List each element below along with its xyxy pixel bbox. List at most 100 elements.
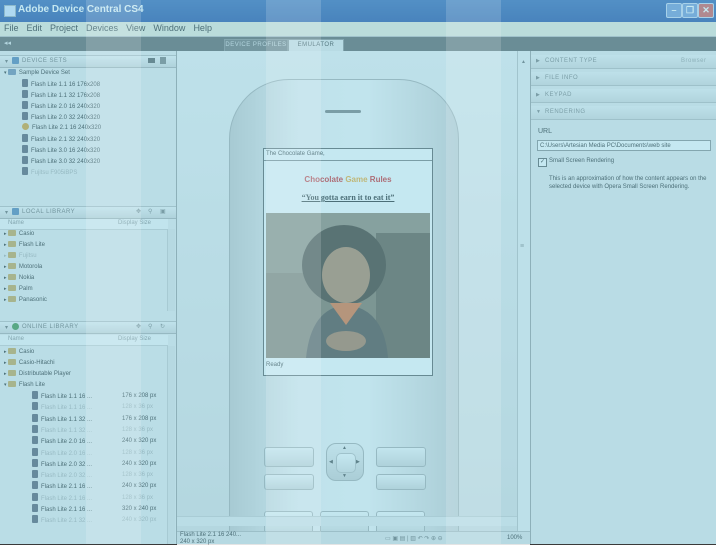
search-icon[interactable]: ⚲ xyxy=(148,323,153,330)
splitter-grip-icon[interactable]: ≡ xyxy=(520,243,524,250)
url-field[interactable]: C:\Users\Artesian Media PC\Documents\web… xyxy=(537,140,711,151)
device-set-item[interactable]: Flash Lite 3.0 32 240x320 xyxy=(22,156,100,167)
collapse-icon[interactable]: ◂◂ xyxy=(4,39,11,47)
trash-icon[interactable] xyxy=(160,57,166,64)
refresh-icon[interactable]: ↻ xyxy=(160,323,166,330)
local-library-item[interactable]: ▸ Panasonic xyxy=(4,295,47,306)
close-button[interactable]: ✕ xyxy=(698,3,714,18)
online-library-group[interactable]: ▸ Casio-Hitachi xyxy=(4,358,55,369)
local-library-item[interactable]: ▸ Palm xyxy=(4,284,33,295)
folder-icon xyxy=(7,241,16,247)
local-library-item[interactable]: ▸ Nokia xyxy=(4,273,34,284)
device-set-item[interactable]: Fujitsu F905iBPS xyxy=(22,167,77,178)
online-device-row[interactable]: Flash Lite 2.0 32 ... 128 x 36 px xyxy=(32,470,153,481)
device-sets-header[interactable]: ▾ DEVICE SETS xyxy=(0,55,176,68)
online-device-row[interactable]: Flash Lite 2.0 32 ... 240 x 320 px xyxy=(32,458,156,470)
call-key[interactable] xyxy=(264,474,314,490)
device-set-root[interactable]: ▾ Sample Device Set xyxy=(4,68,70,79)
emulator-vertical-scrollbar[interactable]: ▲ ≡ xyxy=(517,51,531,531)
collapse-arrow-icon: ▾ xyxy=(5,59,9,65)
online-device-row[interactable]: Flash Lite 2.0 16 ... 240 x 320 px xyxy=(32,436,156,447)
content-type-header[interactable]: ▶ CONTENT TYPE Browser xyxy=(531,55,716,69)
online-device-row[interactable]: Flash Lite 1.1 16 ... 176 x 208 px xyxy=(32,391,156,402)
phone-skin: The Chocolate Game, Chocolate Game Rules… xyxy=(229,79,459,531)
menu-view[interactable]: View xyxy=(122,22,149,33)
toolbar-icons[interactable]: ▭ ▣ ▤ | ▥ ↶ ↷ ⊕ ⊖ xyxy=(385,535,443,542)
online-device-row[interactable]: Flash Lite 2.1 16 ... 320 x 240 px xyxy=(32,504,156,515)
device-set-item[interactable]: Flash Lite 1.1 16 176x208 xyxy=(22,79,100,90)
trash-icon[interactable]: ▣ xyxy=(160,208,166,215)
online-group-label: Flash Lite xyxy=(18,382,45,388)
phone-screen[interactable]: The Chocolate Game, Chocolate Game Rules… xyxy=(263,148,433,376)
local-library-header[interactable]: ▾ LOCAL LIBRARY ✥ ⚲ ▣ xyxy=(0,206,176,219)
column-display-size[interactable]: Display Size xyxy=(118,220,151,226)
device-set-item[interactable]: Flash Lite 3.0 16 240x320 xyxy=(22,145,100,156)
local-library-item[interactable]: ▸ Fujitsu xyxy=(4,251,37,262)
nav-select-button[interactable] xyxy=(336,453,356,473)
collapse-arrow-icon: ▾ xyxy=(5,325,9,331)
left-soft-key[interactable] xyxy=(264,447,314,467)
online-library-group[interactable]: ▸ Distributable Player xyxy=(4,369,71,380)
menu-window[interactable]: Window xyxy=(149,22,189,33)
device-set-item-label: Fujitsu F905iBPS xyxy=(31,170,78,176)
device-set-item[interactable]: Flash Lite 2.0 32 240x320 xyxy=(22,112,100,123)
fit-icon[interactable]: ✥ xyxy=(136,323,142,330)
local-library-item[interactable]: ▸ Flash Lite xyxy=(4,240,45,251)
device-icon xyxy=(22,101,28,109)
library-item-label: Motorola xyxy=(18,264,43,270)
emulator-horizontal-scrollbar[interactable] xyxy=(177,516,517,526)
nav-up-icon[interactable]: ▲ xyxy=(342,445,347,451)
scroll-up-icon[interactable]: ▲ xyxy=(521,59,526,65)
online-device-row[interactable]: Flash Lite 2.1 16 ... 240 x 320 px xyxy=(32,481,156,492)
menu-devices[interactable]: Devices xyxy=(82,22,122,33)
menu-project[interactable]: Project xyxy=(46,22,82,33)
column-display-size[interactable]: Display Size xyxy=(118,336,151,342)
online-library-header[interactable]: ▾ ONLINE LIBRARY ✥ ⚲ ↻ xyxy=(0,321,176,334)
menu-file[interactable]: File xyxy=(0,22,23,33)
navigation-pad[interactable]: ▲ ▼ ◀ ▶ xyxy=(326,443,364,481)
nav-down-icon[interactable]: ▼ xyxy=(342,473,347,479)
fit-icon[interactable]: ✥ xyxy=(136,208,142,215)
device-name: Flash Lite 1.1 32 ... xyxy=(41,427,93,434)
small-screen-checkbox[interactable]: ✓ xyxy=(538,158,547,167)
end-key[interactable] xyxy=(376,474,426,490)
device-icon xyxy=(32,413,38,422)
local-library-scrollbar[interactable] xyxy=(167,229,175,311)
online-library-scrollbar[interactable] xyxy=(167,346,175,544)
keypad-header[interactable]: ▶ KEYPAD xyxy=(531,89,716,103)
device-set-item[interactable]: Flash Lite 2.1 16 240x320 xyxy=(22,123,101,134)
file-info-header[interactable]: ▶ FILE INFO xyxy=(531,72,716,86)
local-library-item[interactable]: ▸ Motorola xyxy=(4,262,42,273)
device-set-item[interactable]: Flash Lite 1.1 32 176x208 xyxy=(22,90,100,101)
folder-icon[interactable] xyxy=(148,58,155,63)
folder-icon xyxy=(7,348,16,354)
rendering-header[interactable]: ▼ RENDERING xyxy=(531,106,716,120)
online-library-group[interactable]: ▸ Casio xyxy=(4,347,34,358)
search-icon[interactable]: ⚲ xyxy=(148,208,153,215)
minimize-button[interactable]: – xyxy=(666,3,682,18)
online-library-columns: Name Display Size xyxy=(0,335,168,346)
online-device-row[interactable]: Flash Lite 1.1 32 ... 128 x 36 px xyxy=(32,424,153,436)
online-library-group[interactable]: ▾ Flash Lite xyxy=(4,380,45,391)
device-name: Flash Lite 2.0 32 ... xyxy=(41,473,93,480)
column-name[interactable]: Name xyxy=(8,336,24,342)
device-icon xyxy=(32,504,38,512)
column-name[interactable]: Name xyxy=(8,220,24,226)
online-device-row[interactable]: Flash Lite 2.1 32 ... 240 x 320 px xyxy=(32,515,156,526)
online-device-row[interactable]: Flash Lite 1.1 16 ... 128 x 36 px xyxy=(32,402,153,413)
menu-help[interactable]: Help xyxy=(189,22,216,33)
local-library-item[interactable]: ▸ Casio xyxy=(4,229,34,240)
device-set-item[interactable]: Flash Lite 2.0 16 240x320 xyxy=(22,101,100,112)
menu-edit[interactable]: Edit xyxy=(23,22,47,33)
online-device-row[interactable]: Flash Lite 1.1 32 ... 176 x 208 px xyxy=(32,413,156,425)
nav-left-icon[interactable]: ◀ xyxy=(329,459,333,465)
nav-right-icon[interactable]: ▶ xyxy=(356,459,360,465)
checkbox-label: Small Screen Rendering xyxy=(549,158,615,164)
right-soft-key[interactable] xyxy=(376,447,426,467)
online-device-row[interactable]: Flash Lite 2.1 16 ... 128 x 36 px xyxy=(32,492,153,504)
online-device-row[interactable]: Flash Lite 2.0 16 ... 128 x 36 px xyxy=(32,447,153,459)
device-name: Flash Lite 1.1 32 ... xyxy=(41,416,93,423)
maximize-button[interactable]: ❐ xyxy=(682,3,698,18)
zoom-level[interactable]: 100% xyxy=(507,535,522,541)
device-set-item[interactable]: Flash Lite 2.1 32 240x320 xyxy=(22,134,100,145)
